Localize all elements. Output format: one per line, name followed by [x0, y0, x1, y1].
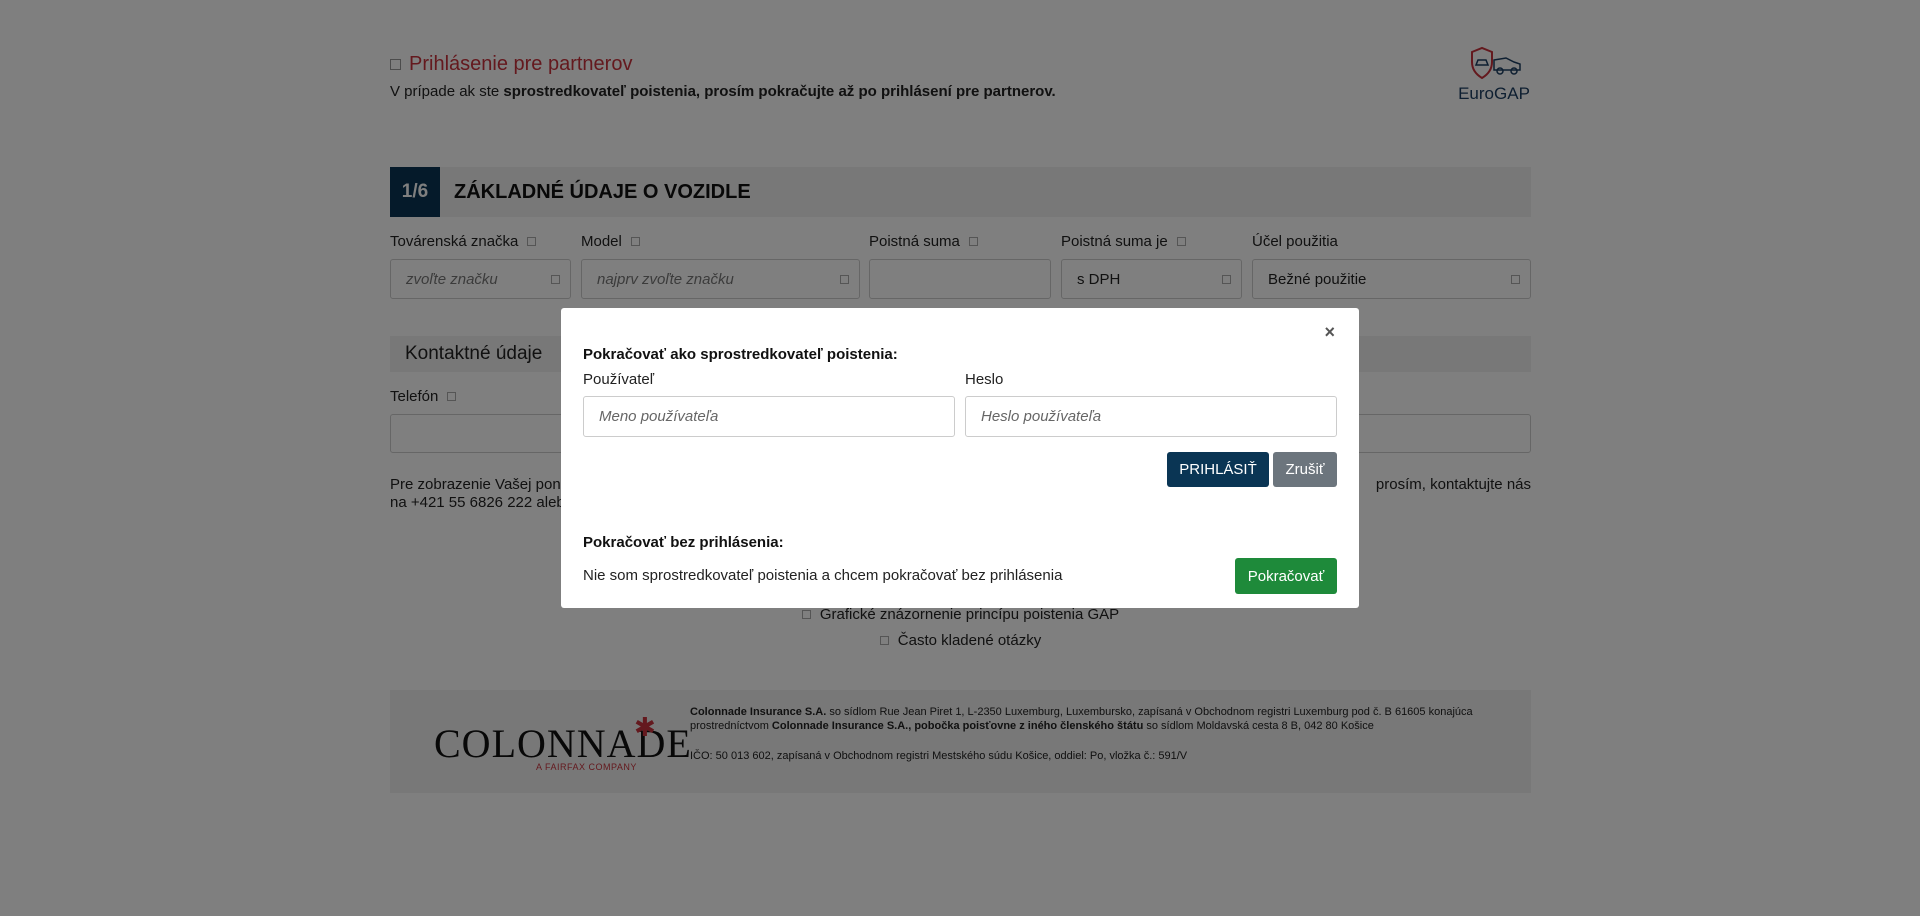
guest-text: Nie som sprostredkovateľ poistenia a chc…: [583, 567, 1063, 584]
password-input[interactable]: Heslo používateľa: [965, 396, 1337, 437]
pass-field: Heslo Heslo používateľa: [965, 371, 1337, 437]
guest-title: Pokračovať bez prihlásenia:: [583, 534, 784, 551]
username-placeholder: Meno používateľa: [599, 408, 719, 425]
login-modal: × Pokračovať ako sprostredkovateľ poiste…: [561, 308, 1359, 608]
password-label: Heslo: [965, 371, 1004, 388]
continue-button[interactable]: Pokračovať: [1235, 558, 1337, 594]
login-title: Pokračovať ako sprostredkovateľ poisteni…: [583, 346, 898, 363]
cancel-button[interactable]: Zrušiť: [1273, 452, 1337, 487]
close-icon[interactable]: ×: [1324, 322, 1335, 343]
user-label: Používateľ: [583, 371, 655, 388]
login-button[interactable]: PRIHLÁSIŤ: [1167, 452, 1269, 487]
user-field: Používateľ Meno používateľa: [583, 371, 955, 437]
password-placeholder: Heslo používateľa: [981, 408, 1102, 425]
username-input[interactable]: Meno používateľa: [583, 396, 955, 437]
